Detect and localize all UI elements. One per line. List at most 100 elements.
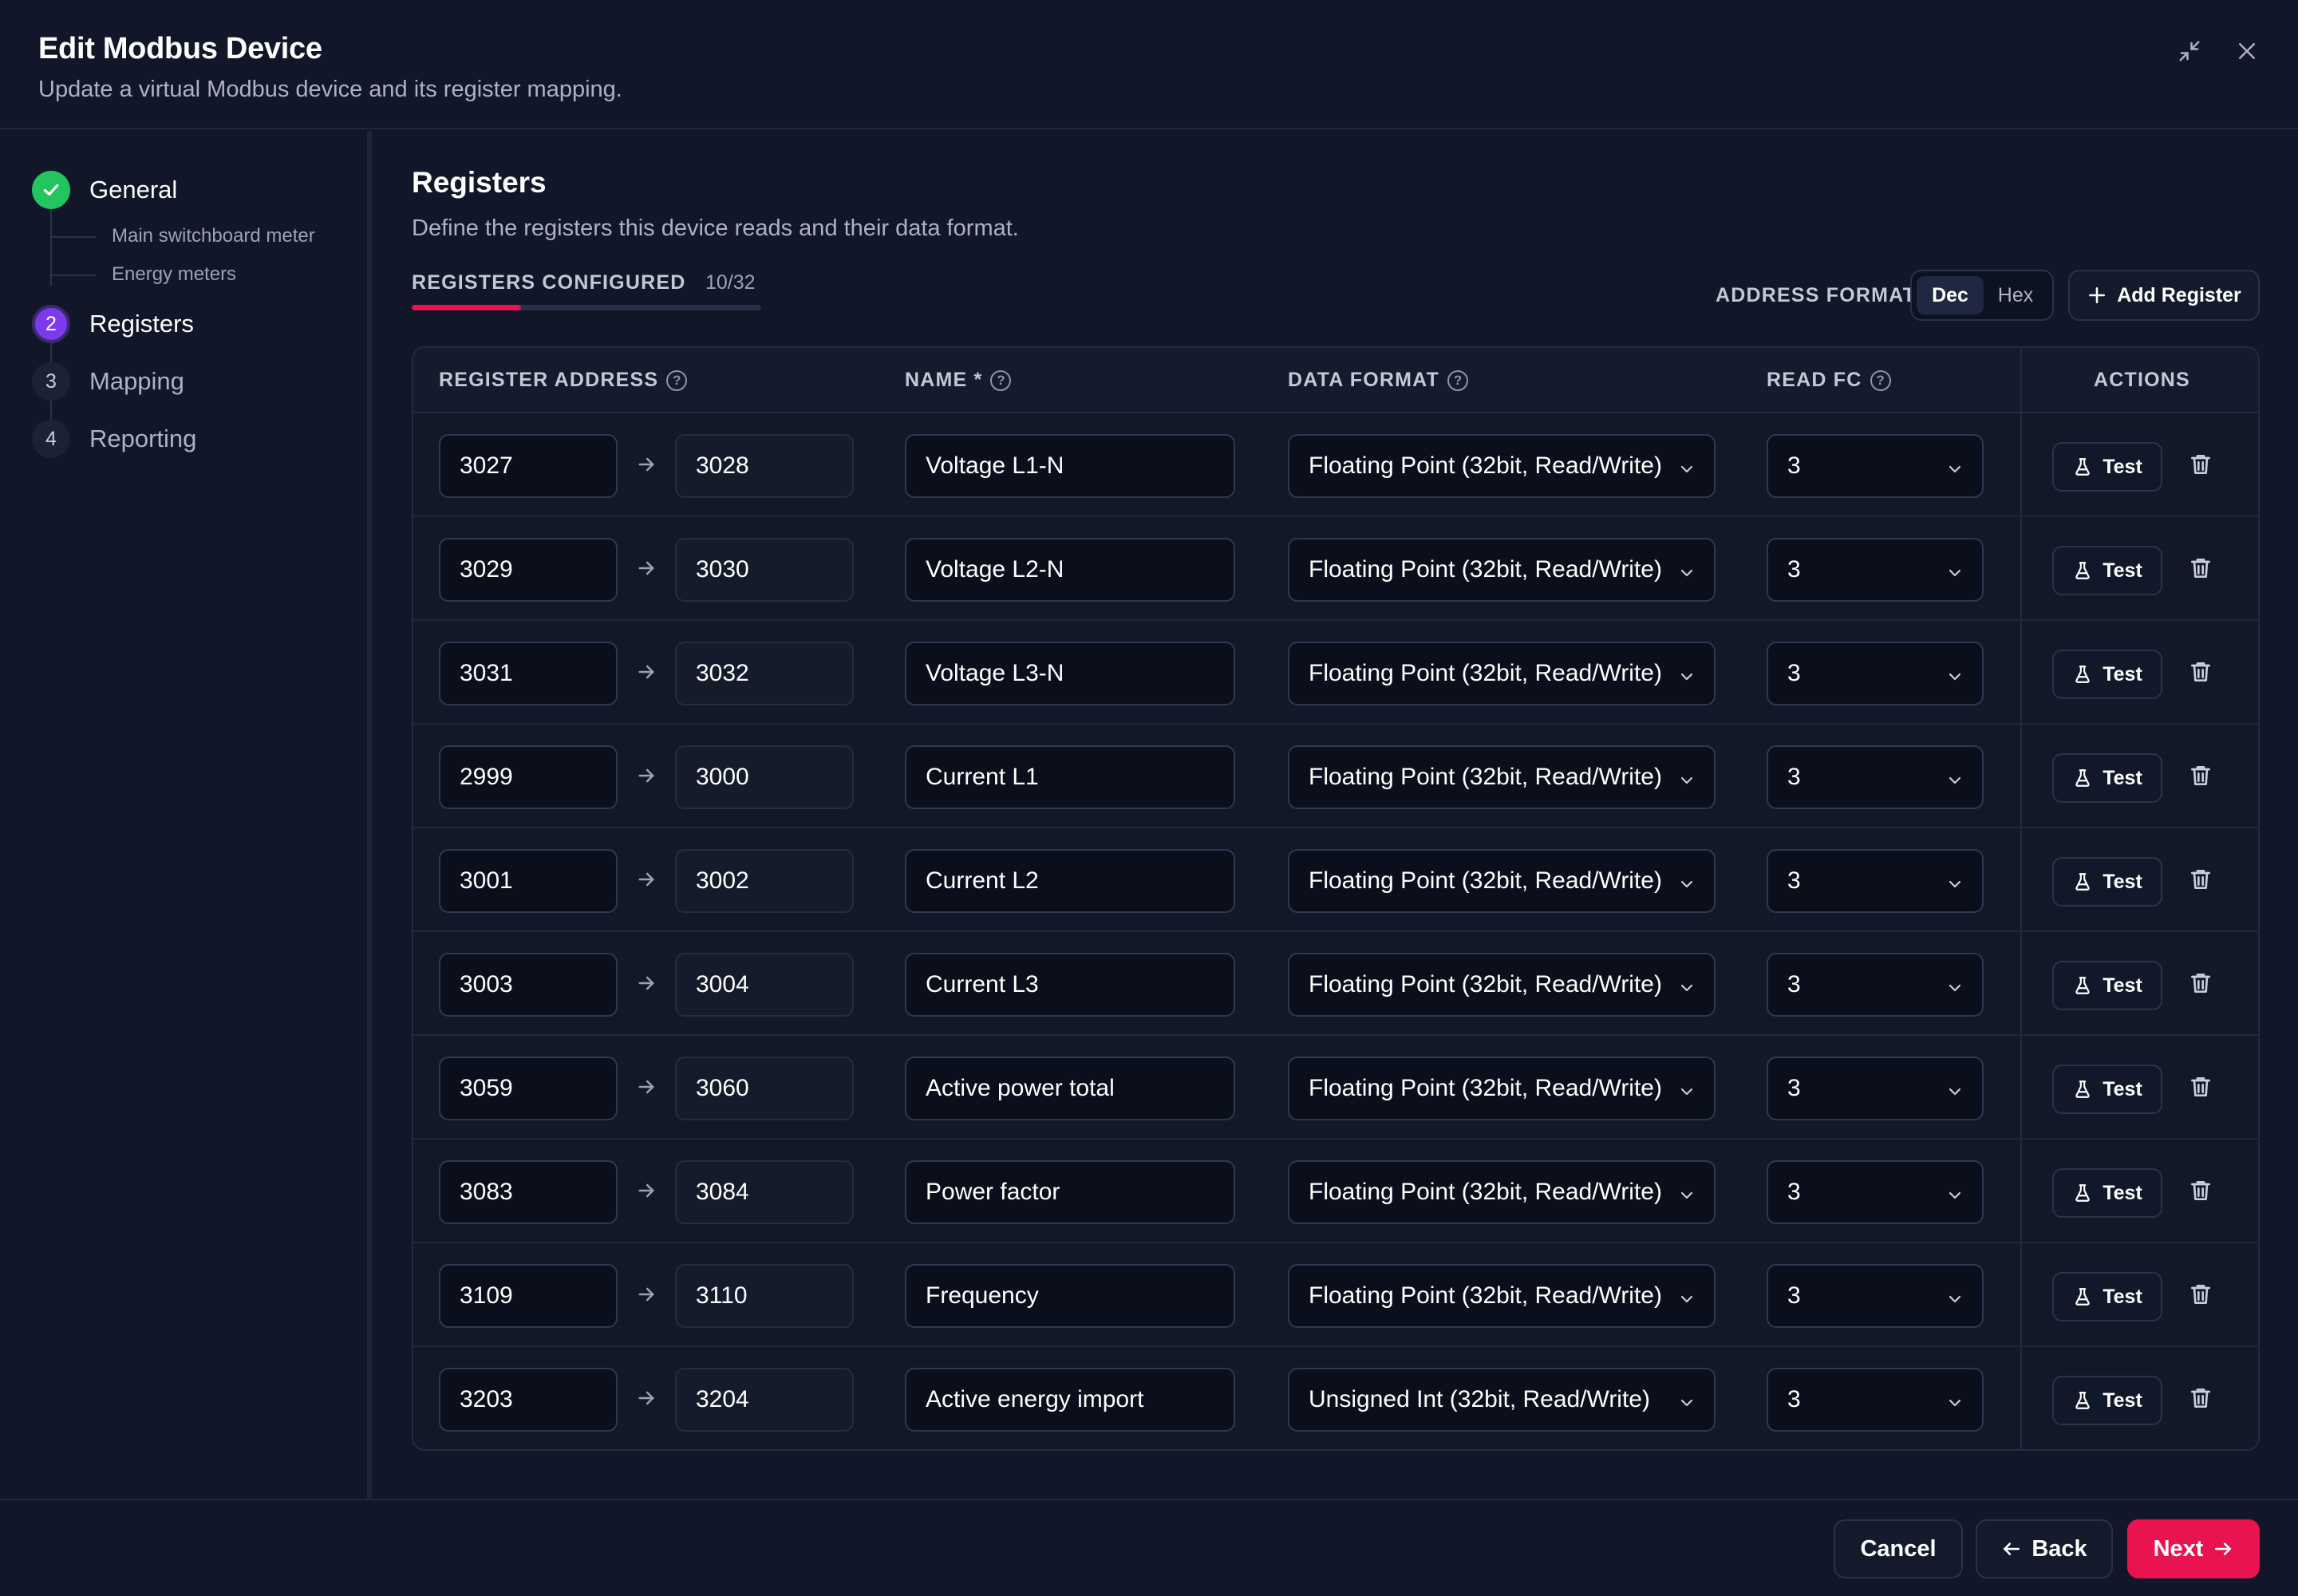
step-reporting[interactable]: Reporting — [89, 425, 196, 453]
column-header-actions: ACTIONS — [2094, 369, 2190, 392]
cancel-button[interactable]: Cancel — [1834, 1519, 1963, 1578]
delete-register-button[interactable] — [2188, 867, 2213, 896]
help-icon[interactable]: ? — [1447, 369, 1469, 391]
data-format-select[interactable]: Floating Point (32bit, Read/Write) — [1288, 538, 1716, 602]
back-button[interactable]: Back — [1976, 1519, 2113, 1578]
register-name-input[interactable]: Active power total — [905, 1057, 1235, 1120]
read-fc-select[interactable]: 3 — [1767, 1264, 1984, 1328]
step-general-subitem: Energy meters — [112, 263, 237, 285]
data-format-select[interactable]: Floating Point (32bit, Read/Write) — [1288, 849, 1716, 913]
step-registers[interactable]: Registers — [89, 310, 194, 338]
data-format-value: Floating Point (32bit, Read/Write) — [1309, 867, 1662, 894]
close-button[interactable] — [2229, 34, 2264, 69]
read-fc-select[interactable]: 3 — [1767, 1368, 1984, 1432]
data-format-select[interactable]: Unsigned Int (32bit, Read/Write) — [1288, 1368, 1716, 1432]
test-register-button[interactable]: Test — [2052, 961, 2162, 1010]
address-format-hex[interactable]: Hex — [1982, 276, 2049, 314]
test-register-button[interactable]: Test — [2052, 1065, 2162, 1114]
back-label: Back — [2031, 1535, 2087, 1562]
read-fc-select[interactable]: 3 — [1767, 1057, 1984, 1120]
next-button[interactable]: Next — [2127, 1519, 2260, 1578]
delete-register-button[interactable] — [2188, 1074, 2213, 1104]
read-fc-select[interactable]: 3 — [1767, 1160, 1984, 1224]
register-name-input[interactable]: Voltage L3-N — [905, 642, 1235, 705]
step-mapping[interactable]: Mapping — [89, 367, 184, 396]
trash-icon — [2188, 870, 2213, 895]
test-register-button[interactable]: Test — [2052, 1168, 2162, 1218]
test-label: Test — [2103, 1077, 2142, 1100]
data-format-select[interactable]: Floating Point (32bit, Read/Write) — [1288, 953, 1716, 1017]
data-format-value: Floating Point (32bit, Read/Write) — [1309, 452, 1662, 479]
arrow-right-icon — [638, 457, 654, 472]
delete-register-button[interactable] — [2188, 452, 2213, 481]
help-icon[interactable]: ? — [1870, 369, 1891, 391]
register-start-address-input[interactable]: 3027 — [439, 434, 618, 498]
delete-register-button[interactable] — [2188, 1385, 2213, 1415]
step-registers-badge: 2 — [32, 305, 70, 343]
register-end-address-field: 3000 — [675, 745, 854, 809]
register-start-address-input[interactable]: 3059 — [439, 1057, 618, 1120]
data-format-value: Floating Point (32bit, Read/Write) — [1309, 1282, 1662, 1309]
read-fc-select[interactable]: 3 — [1767, 953, 1984, 1017]
register-start-address-input[interactable]: 3203 — [439, 1368, 618, 1432]
register-name-input[interactable]: Current L2 — [905, 849, 1235, 913]
close-icon — [2239, 43, 2255, 59]
step-general[interactable]: General — [89, 176, 177, 204]
register-start-address-input[interactable]: 3001 — [439, 849, 618, 913]
trash-icon — [2188, 1389, 2213, 1414]
read-fc-select[interactable]: 3 — [1767, 434, 1984, 498]
register-name-input[interactable]: Current L3 — [905, 953, 1235, 1017]
register-start-address-input[interactable]: 3109 — [439, 1264, 618, 1328]
delete-register-button[interactable] — [2188, 555, 2213, 585]
read-fc-value: 3 — [1787, 764, 1801, 790]
test-register-button[interactable]: Test — [2052, 1376, 2162, 1425]
delete-register-button[interactable] — [2188, 1178, 2213, 1207]
test-register-button[interactable]: Test — [2052, 753, 2162, 803]
add-register-button[interactable]: Add Register — [2068, 270, 2260, 321]
test-register-button[interactable]: Test — [2052, 857, 2162, 907]
data-format-select[interactable]: Floating Point (32bit, Read/Write) — [1288, 1057, 1716, 1120]
delete-register-button[interactable] — [2188, 763, 2213, 792]
step-mapping-badge: 3 — [32, 362, 70, 401]
chevron-down-icon — [1949, 880, 1961, 888]
register-start-address-input[interactable]: 3003 — [439, 953, 618, 1017]
read-fc-select[interactable]: 3 — [1767, 538, 1984, 602]
chevron-down-icon — [1680, 1088, 1693, 1096]
help-icon[interactable]: ? — [666, 369, 688, 391]
delete-register-button[interactable] — [2188, 1282, 2213, 1311]
data-format-value: Floating Point (32bit, Read/Write) — [1309, 1179, 1662, 1205]
help-icon[interactable]: ? — [990, 369, 1012, 391]
flask-icon — [2075, 458, 2090, 476]
data-format-select[interactable]: Floating Point (32bit, Read/Write) — [1288, 434, 1716, 498]
data-format-select[interactable]: Floating Point (32bit, Read/Write) — [1288, 1160, 1716, 1224]
delete-register-button[interactable] — [2188, 659, 2213, 689]
register-name-input[interactable]: Frequency — [905, 1264, 1235, 1328]
register-name-input[interactable]: Current L1 — [905, 745, 1235, 809]
data-format-select[interactable]: Floating Point (32bit, Read/Write) — [1288, 745, 1716, 809]
register-start-address-input[interactable]: 3029 — [439, 538, 618, 602]
address-format-toggle: Dec Hex — [1910, 270, 2054, 321]
register-name-input[interactable]: Active energy import — [905, 1368, 1235, 1432]
chevron-down-icon — [1680, 465, 1693, 473]
read-fc-select[interactable]: 3 — [1767, 642, 1984, 705]
column-header-read-fc: READ FC ? — [1767, 369, 1891, 392]
register-name-input[interactable]: Voltage L2-N — [905, 538, 1235, 602]
register-name-input[interactable]: Power factor — [905, 1160, 1235, 1224]
read-fc-select[interactable]: 3 — [1767, 745, 1984, 809]
test-register-button[interactable]: Test — [2052, 650, 2162, 699]
test-register-button[interactable]: Test — [2052, 546, 2162, 595]
register-start-address-input[interactable]: 3083 — [439, 1160, 618, 1224]
register-name-input[interactable]: Voltage L1-N — [905, 434, 1235, 498]
minimize-button[interactable] — [2172, 34, 2207, 69]
read-fc-select[interactable]: 3 — [1767, 849, 1984, 913]
address-format-dec[interactable]: Dec — [1917, 276, 1984, 314]
delete-register-button[interactable] — [2188, 970, 2213, 1000]
data-format-select[interactable]: Floating Point (32bit, Read/Write) — [1288, 642, 1716, 705]
arrow-right-icon — [638, 1080, 654, 1094]
test-register-button[interactable]: Test — [2052, 1272, 2162, 1321]
data-format-select[interactable]: Floating Point (32bit, Read/Write) — [1288, 1264, 1716, 1328]
register-start-address-input[interactable]: 3031 — [439, 642, 618, 705]
register-start-address-input[interactable]: 2999 — [439, 745, 618, 809]
chevron-down-icon — [1680, 1399, 1693, 1407]
test-register-button[interactable]: Test — [2052, 442, 2162, 492]
